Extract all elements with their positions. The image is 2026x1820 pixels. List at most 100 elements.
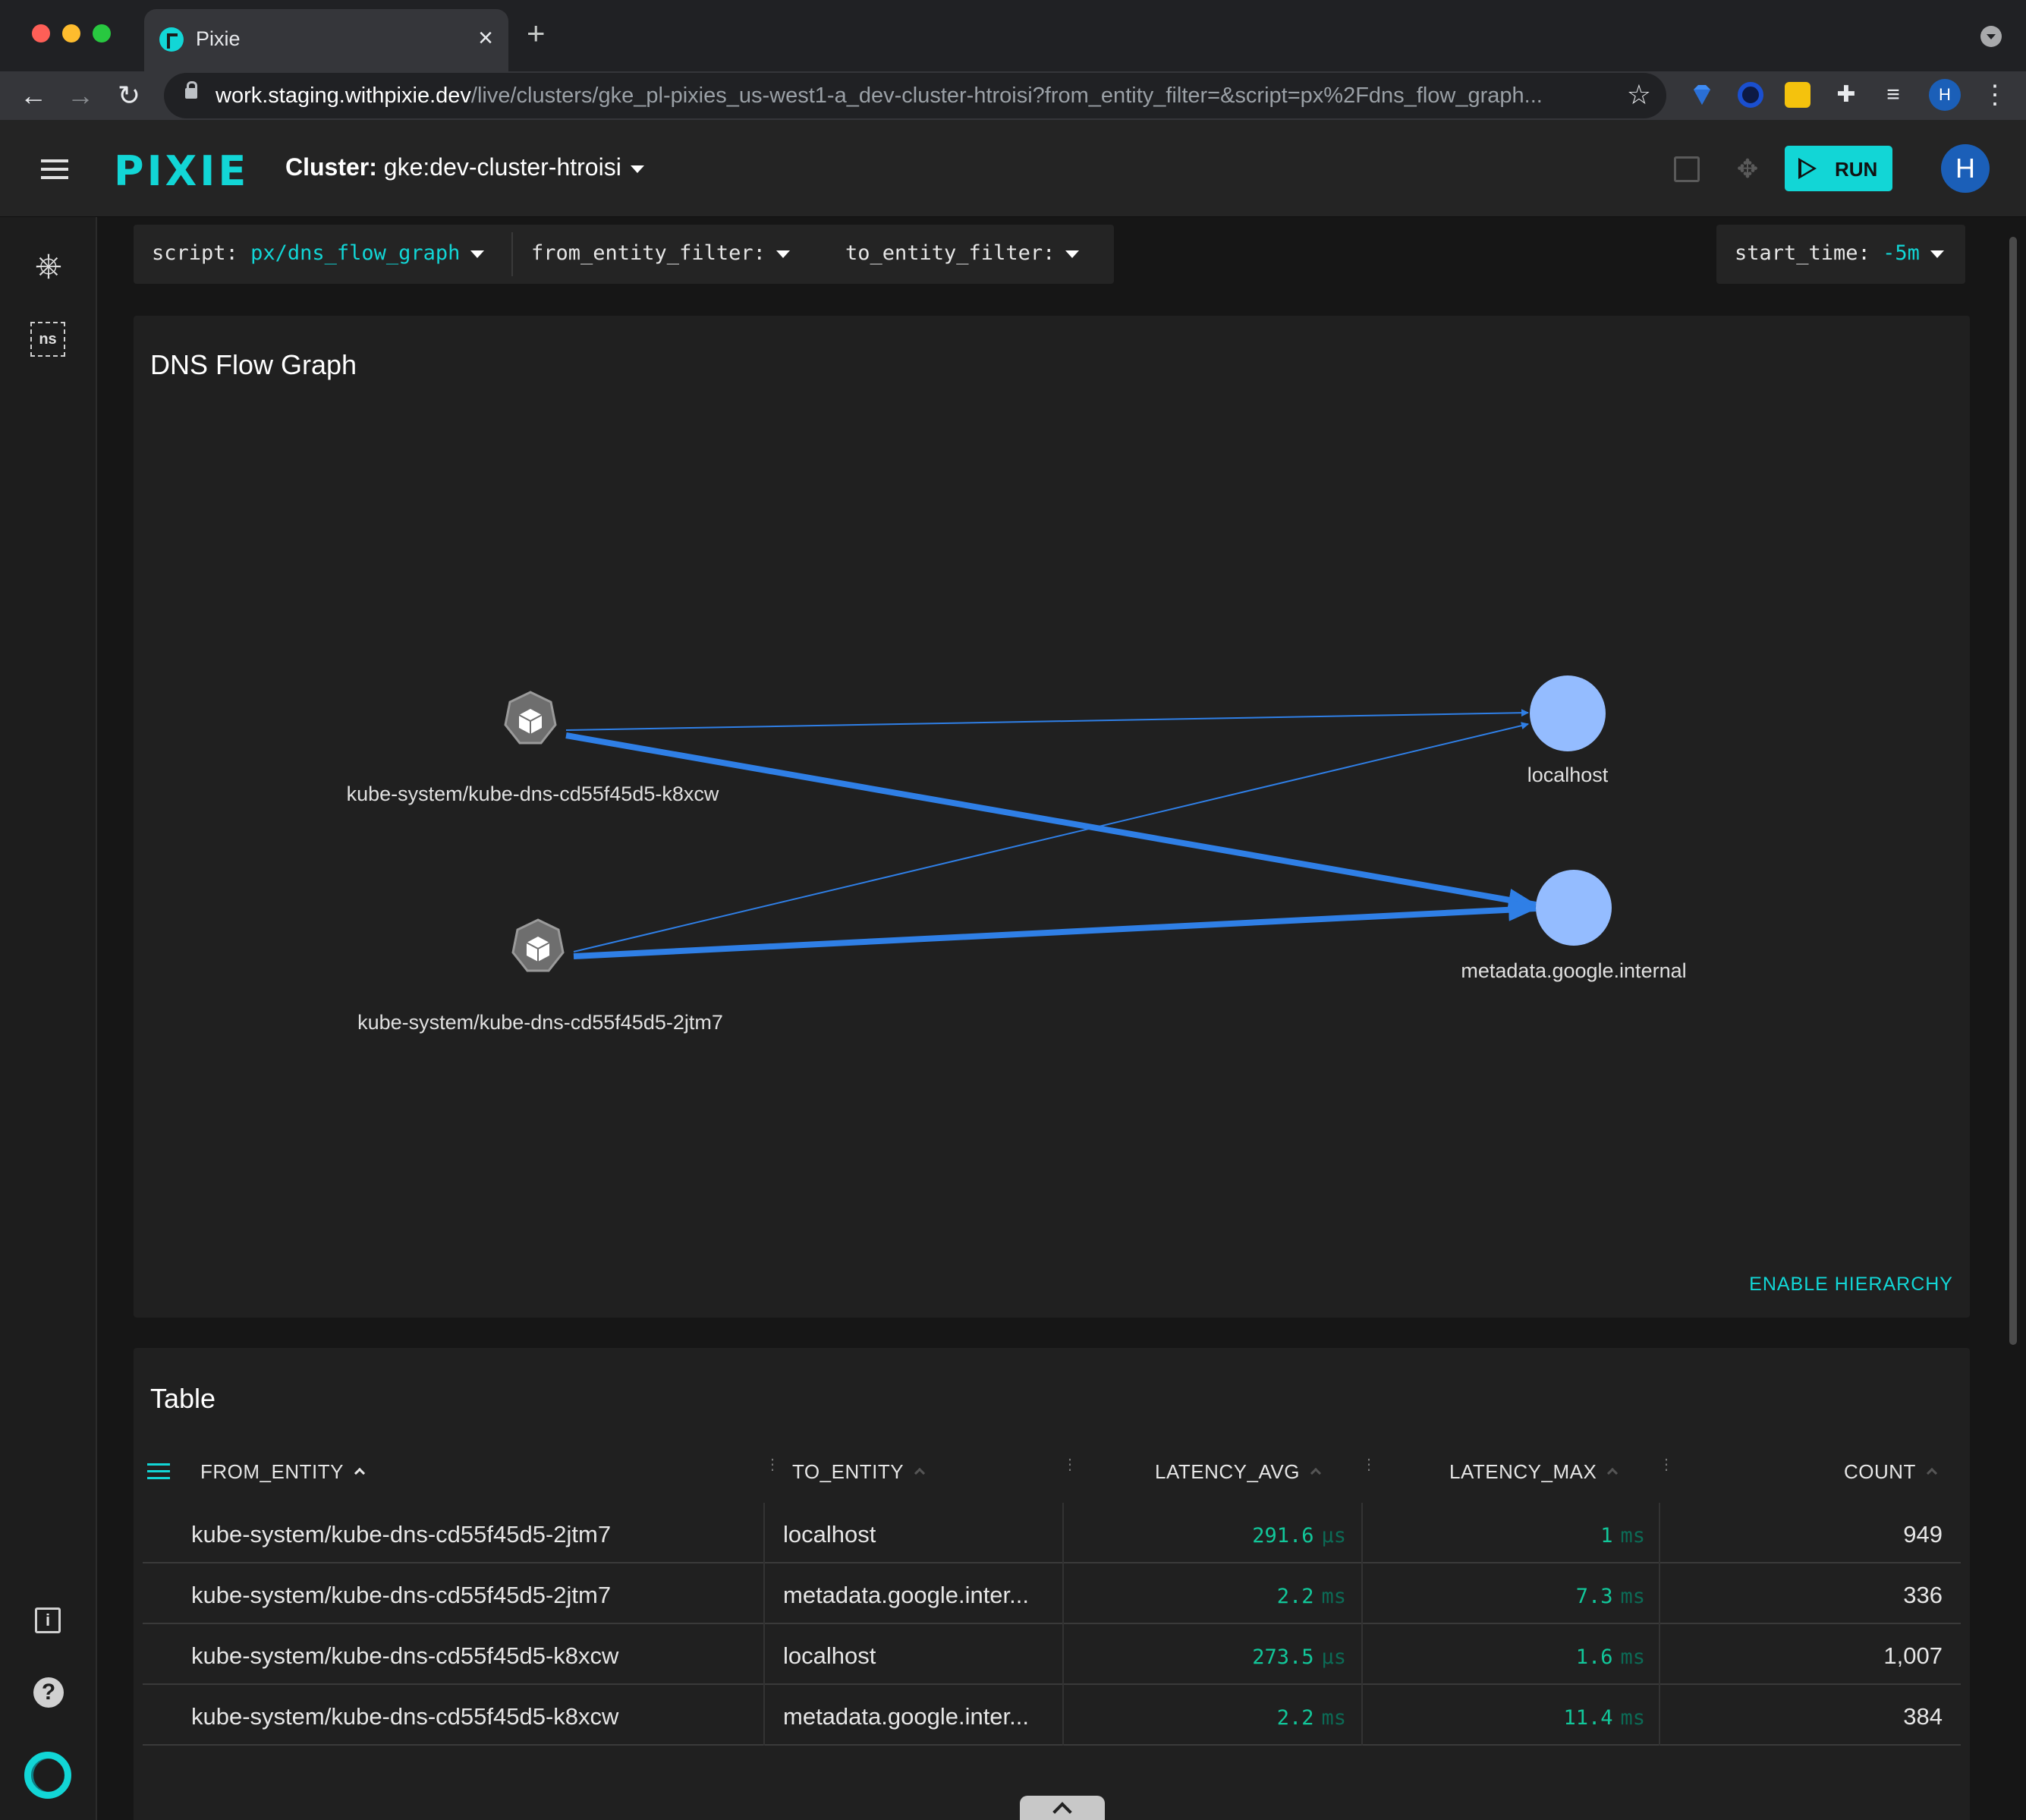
cell-count: 384 [1903, 1703, 1943, 1730]
edge-k8xcw-localhost[interactable] [565, 709, 1529, 731]
latency-avg-value: 2.2 [1276, 1585, 1314, 1608]
cluster-selector[interactable]: Cluster: gke:dev-cluster-htroisi [285, 153, 644, 181]
browser-tab[interactable]: Pixie × [144, 9, 508, 71]
table-row[interactable]: kube-system/kube-dns-cd55f45d5-k8xcw loc… [143, 1624, 1961, 1685]
cell-latency-avg: 273.5 µs [1252, 1645, 1346, 1669]
node-label-localhost: localhost [1527, 764, 1609, 786]
start-time-selector[interactable]: start_time: -5m [1735, 241, 1944, 265]
bookmark-star-icon[interactable]: ☆ [1627, 79, 1651, 111]
url-text: work.staging.withpixie.dev/live/clusters… [215, 83, 1543, 109]
column-header-count[interactable]: COUNT [1844, 1460, 1938, 1484]
from-entity-filter-selector[interactable]: from_entity_filter: [531, 241, 790, 265]
latency-max-value: 1.6 [1575, 1645, 1613, 1669]
table-row[interactable]: kube-system/kube-dns-cd55f45d5-2jtm7 loc… [143, 1503, 1961, 1563]
pixie-status-icon[interactable] [24, 1752, 71, 1799]
table-panel: Table FROM_ENTITY ⋮ TO_ENTITY ⋮ LATENCY_… [134, 1348, 1970, 1820]
browser-profile-avatar[interactable]: H [1929, 79, 1961, 111]
cell-to-entity: metadata.google.inter... [783, 1703, 1030, 1730]
url-host: work.staging.withpixie.dev [215, 83, 471, 108]
chevron-down-icon [1930, 250, 1944, 258]
service-node-localhost[interactable] [1530, 675, 1606, 751]
latency-max-unit: ms [1620, 1585, 1645, 1608]
column-header-to-entity[interactable]: TO_ENTITY [792, 1460, 926, 1484]
script-selector[interactable]: script: px/dns_flow_graph [152, 241, 485, 265]
browser-tab-bar: Pixie × + [0, 0, 2026, 71]
help-icon[interactable]: ? [33, 1677, 64, 1708]
kubernetes-helm-icon[interactable]: ⎈ [30, 247, 67, 284]
column-resize-handle[interactable]: ⋮ [1361, 1457, 1376, 1480]
latency-avg-value: 273.5 [1252, 1645, 1314, 1669]
new-tab-button[interactable]: + [527, 17, 546, 49]
tab-title: Pixie [196, 27, 241, 50]
cell-divider [1659, 1503, 1660, 1563]
chevron-down-icon [470, 250, 485, 258]
to-entity-filter-key: to_entity_filter: [845, 241, 1055, 265]
column-header-latency-max[interactable]: LATENCY_MAX [1449, 1460, 1619, 1484]
back-arrow-icon[interactable]: ← [12, 74, 55, 117]
cell-divider [1062, 1685, 1064, 1746]
info-icon[interactable]: i [35, 1607, 61, 1633]
column-resize-handle[interactable]: ⋮ [765, 1457, 780, 1480]
cell-from-entity: kube-system/kube-dns-cd55f45d5-2jtm7 [191, 1582, 612, 1608]
user-avatar[interactable]: H [1941, 144, 1990, 193]
pod-node-k8xcw[interactable] [504, 691, 557, 745]
window-close-button[interactable] [32, 24, 50, 43]
latency-avg-unit: µs [1321, 1524, 1346, 1548]
extensions-puzzle-icon[interactable]: ✚ [1833, 82, 1859, 108]
sort-icon [1607, 1468, 1619, 1479]
edge-2jtm7-metadata[interactable] [573, 898, 1537, 959]
script-value: px/dns_flow_graph [250, 241, 461, 265]
cell-to-entity: localhost [783, 1642, 876, 1669]
cluster-name: gke:dev-cluster-htroisi [383, 153, 621, 181]
url-path: /live/clusters/gke_pl-pixies_us-west1-a_… [470, 83, 1543, 108]
menu-hamburger-icon[interactable] [41, 159, 68, 179]
browser-menu-icon[interactable]: ⋮ [1982, 76, 2008, 114]
reload-icon[interactable]: ↻ [108, 74, 150, 117]
app-header: PIXIE Cluster: gke:dev-cluster-htroisi ✥… [0, 120, 2026, 217]
table-row[interactable]: kube-system/kube-dns-cd55f45d5-2jtm7 met… [143, 1563, 1961, 1624]
flow-graph-canvas[interactable]: kube-system/kube-dns-cd55f45d5-k8xcw kub… [134, 316, 1970, 1318]
column-resize-handle[interactable]: ⋮ [1659, 1457, 1674, 1480]
pixie-favicon-icon [159, 27, 184, 52]
column-selector-icon[interactable] [147, 1463, 170, 1480]
media-queue-icon[interactable]: ≡ [1880, 82, 1906, 108]
column-header-latency-avg[interactable]: LATENCY_AVG [1155, 1460, 1322, 1484]
edit-script-icon[interactable] [1674, 156, 1700, 182]
address-bar[interactable]: work.staging.withpixie.dev/live/clusters… [164, 73, 1666, 118]
tab-close-icon[interactable]: × [478, 23, 493, 53]
table-row[interactable]: kube-system/kube-dns-cd55f45d5-k8xcw met… [143, 1685, 1961, 1746]
column-resize-handle[interactable]: ⋮ [1062, 1457, 1077, 1480]
edge-k8xcw-metadata[interactable] [565, 732, 1537, 912]
latency-max-value: 1 [1600, 1524, 1613, 1548]
pixie-logo[interactable]: PIXIE [114, 147, 249, 195]
cluster-label: Cluster: [285, 153, 377, 181]
window-minimize-button[interactable] [62, 24, 80, 43]
start-time-key: start_time: [1735, 241, 1870, 265]
namespace-icon[interactable]: ns [30, 322, 65, 357]
extension-password-icon[interactable] [1785, 82, 1811, 108]
run-button[interactable]: RUN [1785, 146, 1892, 191]
page-scrollbar[interactable] [2009, 237, 2017, 1345]
cell-latency-avg: 291.6 µs [1252, 1524, 1346, 1548]
cell-divider [763, 1563, 765, 1624]
extension-gem-icon[interactable] [1689, 82, 1715, 108]
sidebar: ⎈ ns i ? [0, 217, 97, 1820]
start-time-value: -5m [1883, 241, 1920, 265]
window-zoom-button[interactable] [93, 24, 111, 43]
cell-from-entity: kube-system/kube-dns-cd55f45d5-k8xcw [191, 1703, 619, 1730]
enable-hierarchy-button[interactable]: ENABLE HIERARCHY [1749, 1274, 1953, 1296]
extension-ring-icon[interactable] [1738, 82, 1763, 108]
tab-search-icon[interactable] [1980, 26, 2002, 47]
column-header-from-entity[interactable]: FROM_ENTITY [200, 1460, 366, 1484]
latency-max-unit: ms [1620, 1706, 1645, 1730]
to-entity-filter-selector[interactable]: to_entity_filter: [845, 241, 1080, 265]
service-node-metadata[interactable] [1536, 870, 1612, 946]
move-icon[interactable]: ✥ [1733, 155, 1762, 184]
run-label: RUN [1835, 158, 1878, 181]
cell-divider [1659, 1563, 1660, 1624]
column-header-label: COUNT [1844, 1460, 1916, 1483]
start-time-bar: start_time: -5m [1716, 225, 1965, 284]
expand-panel-chevron-up-icon[interactable] [1020, 1796, 1105, 1820]
forward-arrow-icon[interactable]: → [59, 74, 102, 117]
pod-node-2jtm7[interactable] [511, 918, 565, 972]
